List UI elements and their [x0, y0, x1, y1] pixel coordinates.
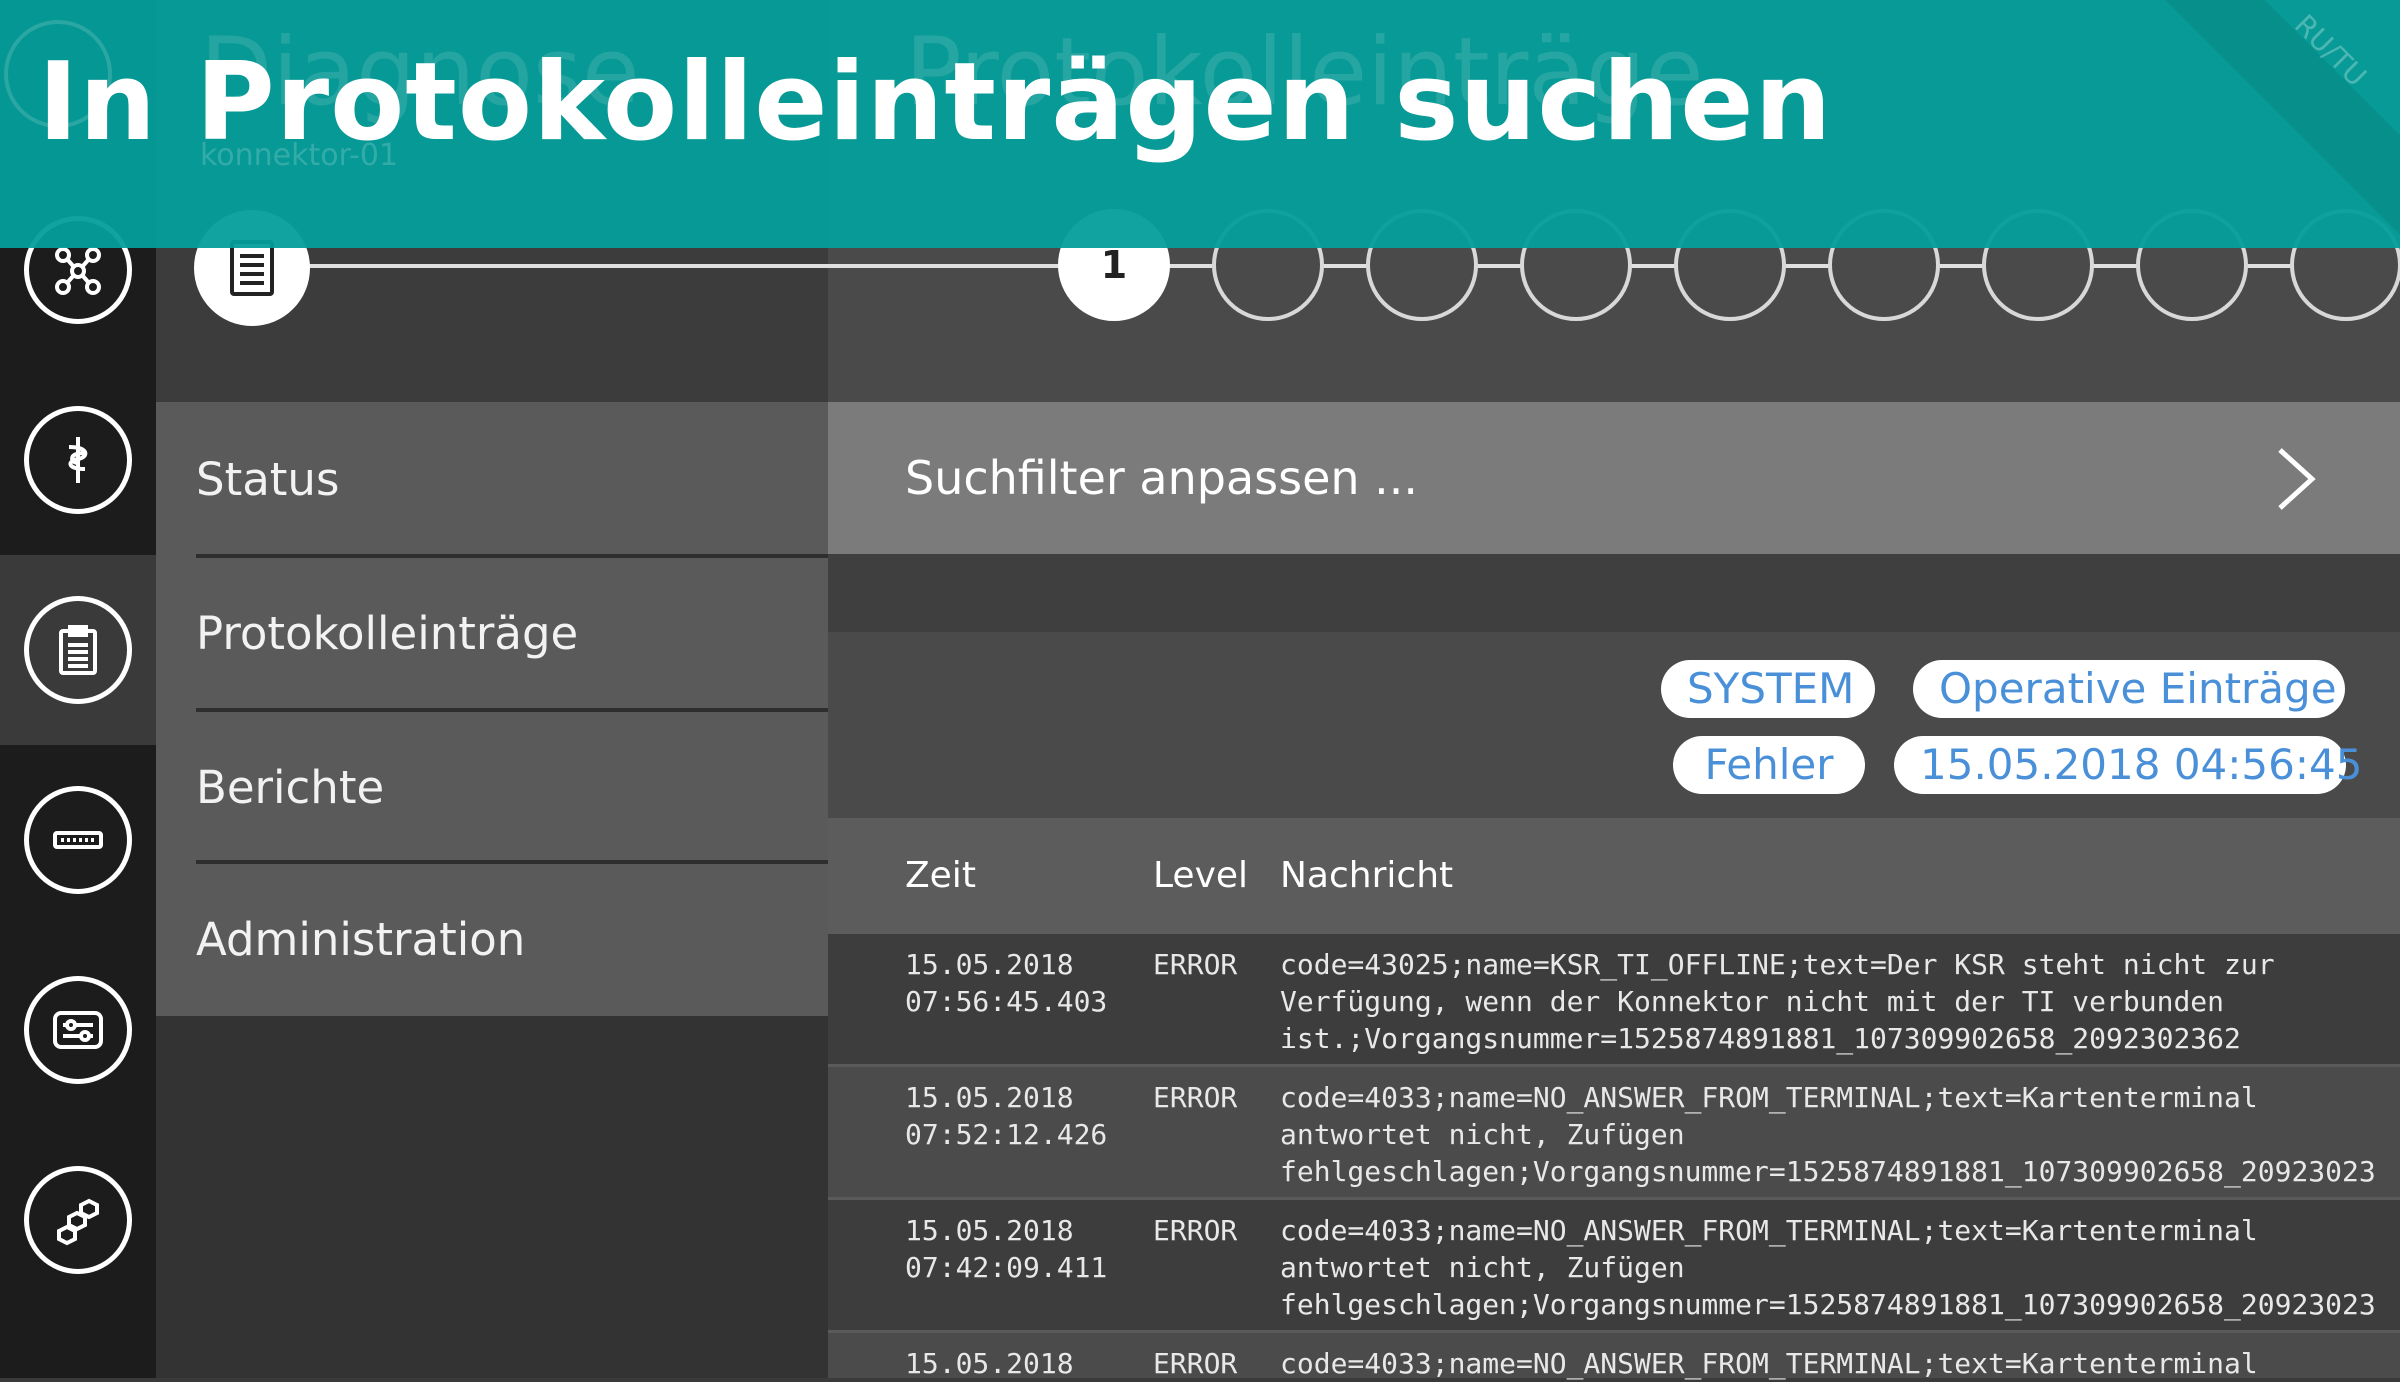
rail-item-modules[interactable] [0, 1125, 156, 1315]
menu-item-status[interactable]: Status [196, 404, 828, 554]
chevron-right-icon [2278, 448, 2316, 510]
row-timestamp: 15.05.2018 07:56:45.403 [905, 948, 1108, 1018]
connector-device-icon [24, 786, 132, 894]
row-level: ERROR [1153, 948, 1238, 981]
filter-chip-date[interactable]: 15.05.2018 04:56:45 [1894, 736, 2362, 794]
rail-item-connector[interactable] [0, 745, 156, 935]
active-filters: SYSTEM Operative Einträge Fehler 15.05.2… [828, 632, 2400, 818]
table-row[interactable]: 15.05.2018 07:42:09.411 ERROR code=4033;… [828, 1200, 2400, 1330]
row-message: code=4033;name=NO_ANSWER_FROM_TERMINAL;t… [1280, 1347, 2258, 1380]
rail-item-health[interactable] [0, 365, 156, 555]
row-message: code=4033;name=NO_ANSWER_FROM_TERMINAL;t… [1280, 1081, 2376, 1188]
filter-bar[interactable]: Suchfilter anpassen ... [828, 402, 2400, 554]
table-header: Zeit Level Nachricht [828, 818, 2400, 934]
menu-item-label: Administration [196, 912, 526, 966]
overlay-title: In Protokolleinträgen suchen [38, 40, 1833, 165]
row-timestamp: 15.05.2018 07:42:09.411 [905, 1214, 1108, 1284]
menu-list: Status Protokolleinträge Berichte Admini… [156, 402, 828, 1016]
table-row[interactable]: 15.05.2018 07:56:45.403 ERROR code=43025… [828, 934, 2400, 1064]
filter-label: Suchfilter anpassen ... [905, 451, 1419, 505]
separator-strip [828, 554, 2400, 632]
menu-item-berichte[interactable]: Berichte [196, 712, 828, 862]
rail-item-settings[interactable] [0, 935, 156, 1125]
menu-item-label: Status [196, 452, 340, 506]
title-banner: Diagnose Protokolleinträge konnektor-01 … [0, 0, 2400, 248]
corner-ribbon: RU/TU [2160, 0, 2400, 248]
menu-item-label: Protokolleinträge [196, 606, 579, 660]
column-header-time[interactable]: Zeit [905, 818, 976, 934]
settings-sliders-icon [24, 976, 132, 1084]
menu-item-administration[interactable]: Administration [196, 864, 828, 1014]
row-timestamp: 15.05.2018 [905, 1347, 1074, 1380]
filter-chip-operative[interactable]: Operative Einträge [1913, 660, 2345, 718]
menu-item-protokolleintraege[interactable]: Protokolleinträge [196, 558, 828, 708]
filter-chip-fehler[interactable]: Fehler [1673, 736, 1865, 794]
table-row[interactable]: 15.05.2018 07:52:12.426 ERROR code=4033;… [828, 1067, 2400, 1197]
table-row[interactable]: 15.05.2018 ERROR code=4033;name=NO_ANSWE… [828, 1333, 2400, 1380]
row-message: code=4033;name=NO_ANSWER_FROM_TERMINAL;t… [1280, 1214, 2376, 1321]
row-level: ERROR [1153, 1347, 1238, 1380]
column-header-message[interactable]: Nachricht [1280, 818, 1453, 934]
row-timestamp: 15.05.2018 07:52:12.426 [905, 1081, 1108, 1151]
modules-icon [24, 1166, 132, 1274]
row-message: code=43025;name=KSR_TI_OFFLINE;text=Der … [1280, 948, 2275, 1055]
filter-chip-system[interactable]: SYSTEM [1661, 660, 1875, 718]
row-level: ERROR [1153, 1081, 1238, 1114]
row-level: ERROR [1153, 1214, 1238, 1247]
menu-item-label: Berichte [196, 760, 385, 814]
health-icon [24, 406, 132, 514]
column-header-level[interactable]: Level [1153, 818, 1248, 934]
clipboard-icon [24, 596, 132, 704]
rail-item-logs[interactable] [0, 555, 156, 745]
